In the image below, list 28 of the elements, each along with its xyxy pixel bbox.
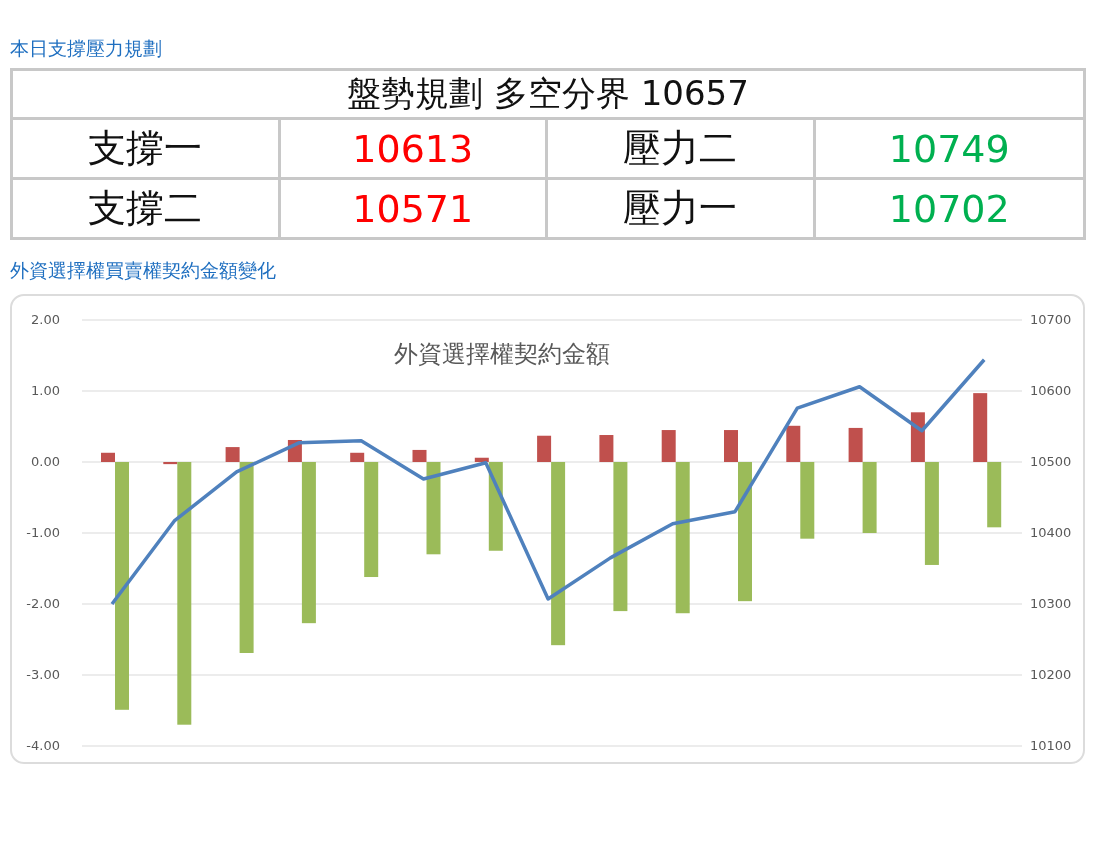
table-cell: 支撐二	[13, 180, 281, 237]
section-heading: 本日支撐壓力規劃	[10, 36, 162, 61]
axis-label: -2.00	[26, 596, 60, 611]
axis-label: -1.00	[26, 525, 60, 540]
axis-label: 10200	[1030, 667, 1072, 682]
bar	[973, 393, 988, 462]
axis-label: 0.00	[31, 454, 60, 469]
bar	[987, 462, 1002, 528]
axis-label: 10100	[1030, 738, 1072, 753]
table-cell: 10571	[280, 180, 548, 237]
axis-label: 10400	[1030, 525, 1072, 540]
axis-label: 1.00	[31, 383, 60, 398]
axis-label: -3.00	[26, 667, 60, 682]
table-cell: 壓力二	[548, 120, 816, 177]
table-title: 盤勢規劃 多空分界 10657	[13, 71, 1083, 120]
section-heading: 外資選擇權買賣權契約金額變化	[10, 258, 276, 283]
chart-title: 外資選擇權契約金額	[394, 340, 610, 368]
table-cell: 10613	[280, 120, 548, 177]
axis-label: 2.00	[31, 312, 60, 327]
axis-label: 10500	[1030, 454, 1072, 469]
table-cell: 壓力一	[548, 180, 816, 237]
axis-label: 10300	[1030, 596, 1072, 611]
axis-label: 10700	[1030, 312, 1072, 327]
axis-label: -4.00	[26, 738, 60, 753]
table-cell-text: 10702	[887, 185, 1011, 233]
table-cell-text: 10749	[887, 125, 1011, 173]
table-cell: 支撐一	[13, 120, 281, 177]
axis-label: 10600	[1030, 383, 1072, 398]
